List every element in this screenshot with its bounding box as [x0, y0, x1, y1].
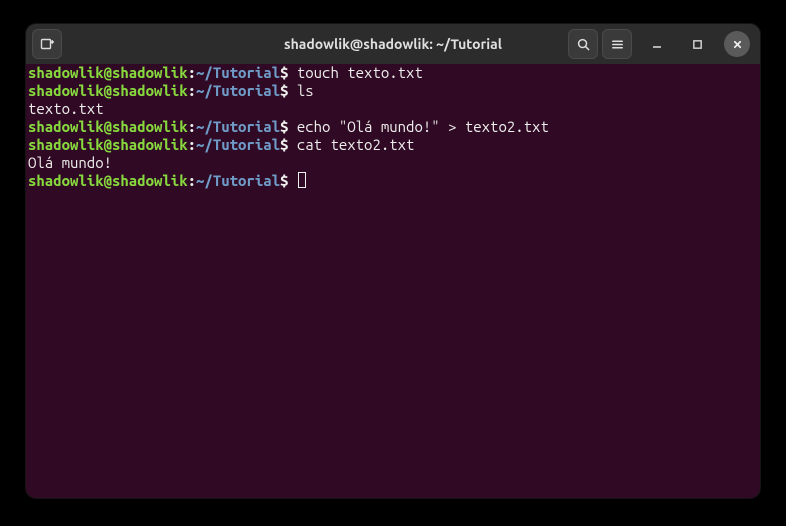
- command-text: cat texto2.txt: [288, 136, 414, 153]
- prompt-path: ~/Tutorial: [196, 82, 280, 99]
- command-text: ls: [288, 82, 313, 99]
- terminal-line: shadowlik@shadowlik:~/Tutorial$: [28, 172, 758, 190]
- titlebar: shadowlik@shadowlik: ~/Tutorial: [26, 24, 760, 64]
- terminal-body[interactable]: shadowlik@shadowlik:~/Tutorial$ touch te…: [26, 64, 760, 190]
- prompt-user: shadowlik@shadowlik: [28, 118, 188, 135]
- prompt-colon: :: [188, 64, 196, 81]
- terminal-line: shadowlik@shadowlik:~/Tutorial$ touch te…: [28, 64, 758, 82]
- maximize-button[interactable]: [684, 31, 710, 57]
- prompt-colon: :: [188, 118, 196, 135]
- output-text: texto.txt: [28, 100, 104, 117]
- search-button[interactable]: [568, 29, 598, 59]
- prompt-path: ~/Tutorial: [196, 136, 280, 153]
- prompt-colon: :: [188, 136, 196, 153]
- prompt-user: shadowlik@shadowlik: [28, 82, 188, 99]
- prompt-user: shadowlik@shadowlik: [28, 136, 188, 153]
- close-icon: [732, 39, 743, 50]
- terminal-line: Olá mundo!: [28, 154, 758, 172]
- minimize-icon: [651, 38, 663, 50]
- new-tab-button[interactable]: [32, 29, 62, 59]
- close-button[interactable]: [724, 31, 750, 57]
- prompt-path: ~/Tutorial: [196, 172, 280, 189]
- prompt-colon: :: [188, 82, 196, 99]
- output-text: Olá mundo!: [28, 154, 112, 171]
- prompt-user: shadowlik@shadowlik: [28, 172, 188, 189]
- new-tab-icon: [39, 36, 55, 52]
- prompt-colon: :: [188, 172, 196, 189]
- terminal-line: shadowlik@shadowlik:~/Tutorial$ cat text…: [28, 136, 758, 154]
- prompt-path: ~/Tutorial: [196, 118, 280, 135]
- search-icon: [576, 37, 591, 52]
- prompt-user: shadowlik@shadowlik: [28, 64, 188, 81]
- prompt-path: ~/Tutorial: [196, 64, 280, 81]
- minimize-button[interactable]: [644, 31, 670, 57]
- command-text: echo "Olá mundo!" > texto2.txt: [288, 118, 548, 135]
- cursor: [298, 172, 306, 188]
- terminal-line: shadowlik@shadowlik:~/Tutorial$ echo "Ol…: [28, 118, 758, 136]
- command-text: touch texto.txt: [288, 64, 422, 81]
- command-text: [288, 172, 296, 189]
- terminal-line: shadowlik@shadowlik:~/Tutorial$ ls: [28, 82, 758, 100]
- menu-button[interactable]: [602, 29, 632, 59]
- maximize-icon: [692, 39, 703, 50]
- terminal-line: texto.txt: [28, 100, 758, 118]
- hamburger-menu-icon: [610, 37, 625, 52]
- terminal-window: shadowlik@shadowlik: ~/Tutorial: [26, 24, 760, 498]
